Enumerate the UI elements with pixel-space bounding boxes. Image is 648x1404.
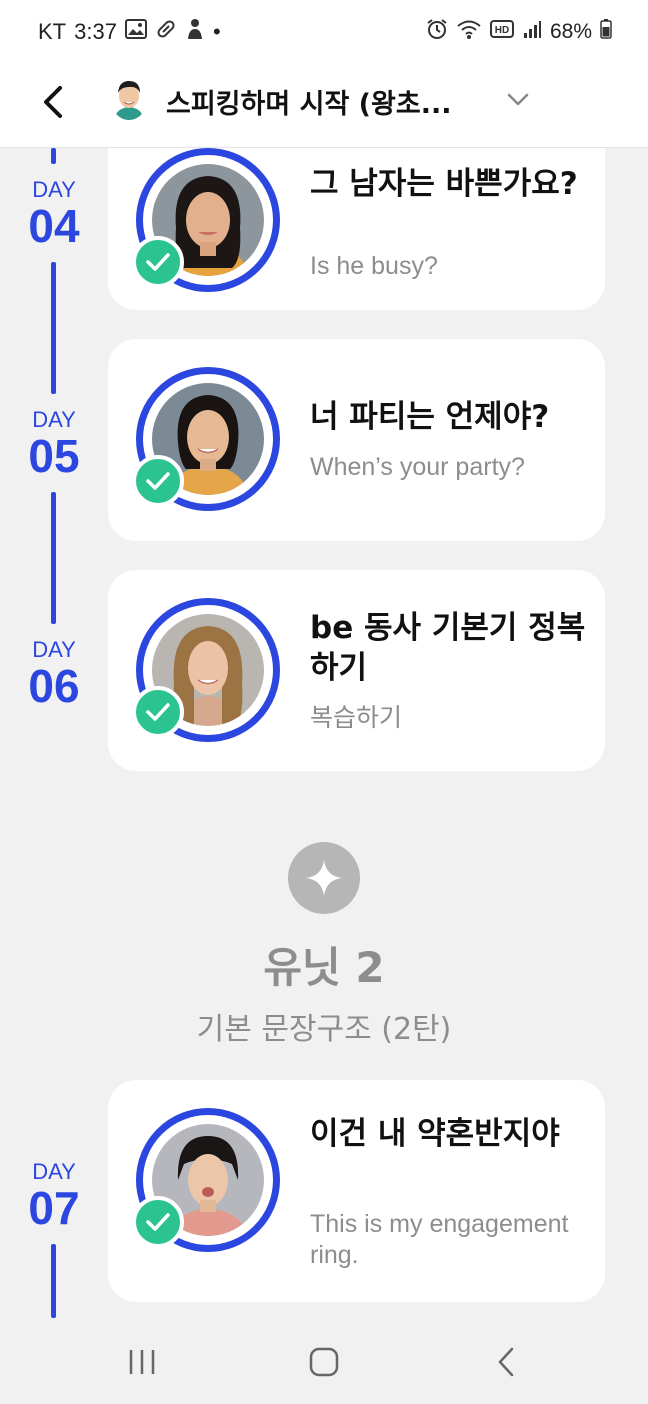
status-right: HD 68% [426, 18, 612, 46]
unit-subtitle: 기본 문장구조 (2탄) [196, 1012, 452, 1047]
timeline-line [51, 262, 56, 394]
day-number: 07 [28, 1182, 80, 1234]
battery-label: 68% [549, 20, 592, 43]
carrier-label: KT [38, 19, 67, 44]
back-icon [498, 1347, 514, 1377]
lesson-card[interactable]: 이건 내 약혼반지야 This is my engagement ring. [108, 1080, 605, 1302]
day-number: 05 [28, 430, 80, 482]
lesson-subtitle: 복습하기 [310, 704, 403, 732]
lesson-list: DAY 04 그 남자는 바쁜가요? Is he busy? DAY 05 너 … [0, 148, 648, 1318]
back-button[interactable] [30, 80, 74, 124]
app-header: 스피킹하며 시작 (왕초... [0, 62, 648, 148]
lesson-avatar [132, 598, 280, 742]
lesson-subtitle: When’s your party? [310, 453, 525, 481]
completed-check-icon [132, 236, 184, 288]
lesson-avatar [132, 367, 280, 511]
lesson-title: be 동사 기본기 정복하기 [310, 610, 586, 686]
svg-text:HD: HD [495, 25, 509, 36]
unit-icon [288, 842, 360, 914]
home-icon [309, 1347, 339, 1377]
system-nav-bar [0, 1318, 648, 1404]
day-word: DAY [32, 1159, 76, 1184]
signal-icon [522, 19, 542, 45]
sparkle-icon [306, 860, 342, 896]
gallery-icon [124, 19, 147, 45]
timeline-line [51, 492, 56, 624]
pill-icon [155, 18, 177, 46]
status-bar: KT 3:37 • HD 68% [0, 0, 648, 62]
chevron-down-icon [507, 93, 529, 106]
completed-check-icon [132, 1196, 184, 1248]
day-word: DAY [32, 637, 76, 662]
lesson-title: 그 남자는 바쁜가요? [310, 166, 578, 202]
time-label: 3:37 [74, 19, 117, 44]
lesson-subtitle: This is my engagement ring. [310, 1210, 569, 1269]
course-title[interactable]: 스피킹하며 시작 (왕초... [166, 82, 451, 121]
notification-dot: • [212, 19, 221, 44]
recent-apps-icon [129, 1350, 155, 1374]
lesson-title: 너 파티는 언제야? [310, 399, 550, 435]
status-left: KT 3:37 • [38, 18, 221, 46]
timeline-line [51, 148, 56, 164]
battery-icon [600, 19, 612, 45]
system-back-button[interactable] [482, 1342, 530, 1382]
course-dropdown-button[interactable] [500, 82, 536, 118]
day-number: 06 [28, 660, 80, 712]
chevron-left-icon [44, 86, 62, 118]
day-label: DAY 07 [22, 1159, 86, 1234]
lesson-subtitle: Is he busy? [310, 252, 438, 280]
course-avatar [110, 76, 148, 120]
lesson-card[interactable]: 그 남자는 바쁜가요? Is he busy? [108, 148, 605, 310]
day-label: DAY 05 [22, 407, 86, 482]
day-word: DAY [32, 407, 76, 432]
lesson-title: 이건 내 약혼반지야 [310, 1116, 560, 1152]
day-word: DAY [32, 177, 76, 202]
completed-check-icon [132, 455, 184, 507]
alarm-icon [426, 18, 448, 46]
recent-apps-button[interactable] [118, 1342, 166, 1382]
person-icon [185, 18, 205, 46]
day-label: DAY 06 [22, 637, 86, 712]
lesson-card[interactable]: 너 파티는 언제야? When’s your party? [108, 339, 605, 541]
lesson-avatar [132, 148, 280, 292]
hd-icon: HD [489, 20, 514, 44]
day-number: 04 [28, 200, 80, 252]
day-label: DAY 04 [22, 177, 86, 252]
timeline-line [51, 1244, 56, 1318]
completed-check-icon [132, 686, 184, 738]
wifi-icon [456, 18, 482, 46]
home-button[interactable] [300, 1342, 348, 1382]
lesson-card[interactable]: be 동사 기본기 정복하기 복습하기 [108, 570, 605, 771]
unit-title: 유닛 2 [263, 943, 385, 992]
lesson-avatar [132, 1108, 280, 1252]
